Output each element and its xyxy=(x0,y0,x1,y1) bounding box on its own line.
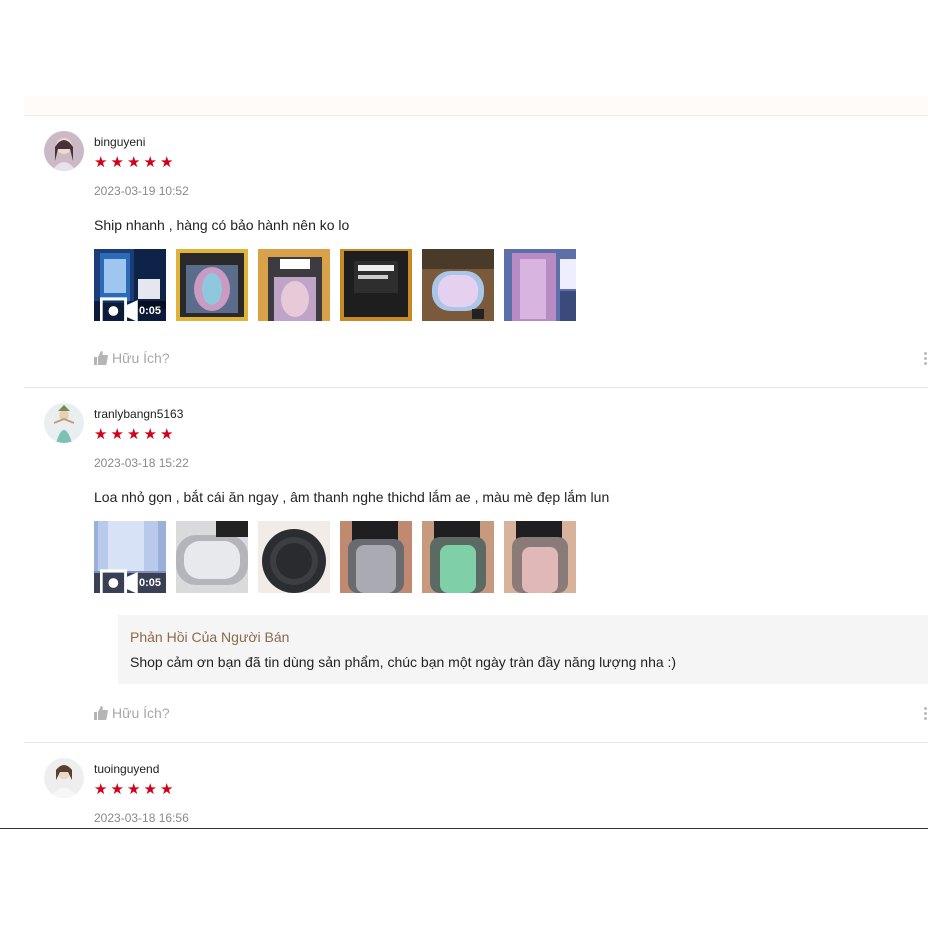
seller-reply: Phản Hồi Của Người Bán Shop cảm ơn bạn đ… xyxy=(118,615,928,684)
star-icon: ★ xyxy=(127,154,141,171)
review-divider xyxy=(24,387,928,388)
star-icon: ★ xyxy=(143,154,157,171)
review-photo-thumbnail[interactable] xyxy=(422,249,494,321)
review-photo-thumbnail[interactable] xyxy=(340,521,412,593)
username[interactable]: tranlybangn5163 xyxy=(94,407,183,421)
star-icon: ★ xyxy=(160,781,174,798)
thumbs-up-icon xyxy=(94,351,108,365)
review-media: 0:05 xyxy=(94,249,576,321)
review-video-thumbnail[interactable]: 0:05 xyxy=(94,249,166,321)
star-icon: ★ xyxy=(160,154,174,171)
review-divider xyxy=(24,742,928,743)
review-comment: Ship nhanh , hàng có bảo hành nên ko lo xyxy=(94,217,350,233)
review-date: 2023-03-19 10:52 xyxy=(94,184,189,198)
helpful-button[interactable]: Hữu Ích? xyxy=(94,350,170,366)
previous-section-strip xyxy=(24,96,928,116)
review-item: tuoinguyend ★ ★ ★ ★ ★ 2023-03-18 16:56 xyxy=(24,751,928,829)
avatar[interactable] xyxy=(44,758,84,798)
star-icon: ★ xyxy=(110,154,124,171)
review-photo-thumbnail[interactable] xyxy=(504,521,576,593)
more-options-icon[interactable] xyxy=(922,707,928,720)
star-icon: ★ xyxy=(143,781,157,798)
review-media: 0:05 xyxy=(94,521,576,593)
seller-reply-title: Phản Hồi Của Người Bán xyxy=(130,629,290,645)
username[interactable]: binguyeni xyxy=(94,135,145,149)
video-duration: 0:05 xyxy=(138,577,161,589)
star-icon: ★ xyxy=(110,781,124,798)
video-badge: 0:05 xyxy=(94,569,166,593)
star-icon: ★ xyxy=(94,781,108,798)
review-photo-thumbnail[interactable] xyxy=(340,249,412,321)
star-icon: ★ xyxy=(127,781,141,798)
review-date: 2023-03-18 15:22 xyxy=(94,456,189,470)
star-icon: ★ xyxy=(94,154,108,171)
video-badge: 0:05 xyxy=(94,297,166,321)
review-photo-thumbnail[interactable] xyxy=(504,249,576,321)
avatar[interactable] xyxy=(44,131,84,171)
review-item: binguyeni ★ ★ ★ ★ ★ 2023-03-19 10:52 Ship nh… xyxy=(24,124,928,387)
username[interactable]: tuoinguyend xyxy=(94,762,159,776)
video-camera-icon xyxy=(100,297,138,321)
blank-area xyxy=(0,829,928,928)
helpful-label: Hữu Ích? xyxy=(112,350,170,366)
review-photo-thumbnail[interactable] xyxy=(258,249,330,321)
thumbs-up-icon xyxy=(94,706,108,720)
avatar[interactable] xyxy=(44,403,84,443)
video-duration: 0:05 xyxy=(138,305,161,317)
star-icon: ★ xyxy=(127,426,141,443)
video-camera-icon xyxy=(100,569,138,593)
star-icon: ★ xyxy=(110,426,124,443)
review-video-thumbnail[interactable]: 0:05 xyxy=(94,521,166,593)
review-date: 2023-03-18 16:56 xyxy=(94,811,189,825)
seller-reply-text: Shop cảm ơn bạn đã tin dùng sản phẩm, ch… xyxy=(130,654,677,670)
rating-stars: ★ ★ ★ ★ ★ xyxy=(94,427,176,442)
helpful-button[interactable]: Hữu Ích? xyxy=(94,705,170,721)
more-options-icon[interactable] xyxy=(922,352,928,365)
rating-stars: ★ ★ ★ ★ ★ xyxy=(94,782,176,797)
star-icon: ★ xyxy=(160,426,174,443)
review-photo-thumbnail[interactable] xyxy=(258,521,330,593)
review-photo-thumbnail[interactable] xyxy=(176,249,248,321)
star-icon: ★ xyxy=(143,426,157,443)
review-comment: Loa nhỏ gọn , bắt cái ăn ngay , âm thanh… xyxy=(94,489,610,505)
review-photo-thumbnail[interactable] xyxy=(176,521,248,593)
review-item: tranlybangn5163 ★ ★ ★ ★ ★ 2023-03-18 15:22 L… xyxy=(24,396,928,742)
review-photo-thumbnail[interactable] xyxy=(422,521,494,593)
star-icon: ★ xyxy=(94,426,108,443)
rating-stars: ★ ★ ★ ★ ★ xyxy=(94,155,176,170)
helpful-label: Hữu Ích? xyxy=(112,705,170,721)
